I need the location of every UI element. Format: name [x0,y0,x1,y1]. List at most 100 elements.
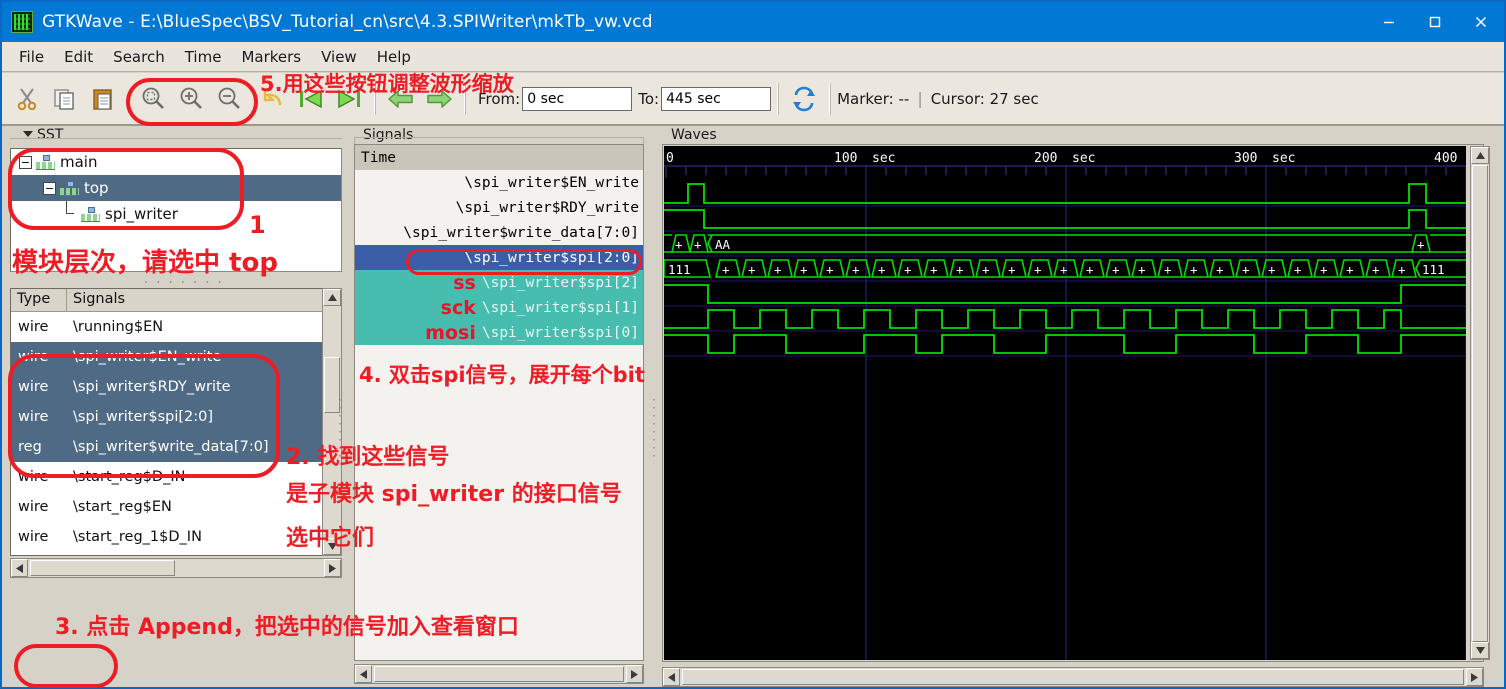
wave-signal-name: \spi_writer$spi[0] [481,324,639,341]
menu-search[interactable]: Search [104,45,174,69]
svg-text:+: + [1216,262,1224,277]
wave-name-row[interactable]: \spi_writer$write_data[7:0] [355,220,643,245]
time-unit: sec [1272,151,1295,166]
bus-value: 111 [668,262,691,277]
wave-name-row[interactable]: \spi_writer$EN_write [355,170,643,195]
scroll-left-arrow[interactable] [663,668,680,686]
svg-text:+: + [1138,262,1146,277]
svg-text:+: + [1034,262,1042,277]
signal-row[interactable]: wire \running$EN [11,312,323,342]
svg-text:+: + [800,262,808,277]
wave-name-row[interactable]: mosi \spi_writer$spi[0] [355,320,643,345]
scroll-thumb[interactable] [682,669,1464,685]
scroll-thumb[interactable] [30,560,175,576]
svg-text:+: + [748,262,756,277]
bus-value: + [1417,237,1425,252]
signal-type: wire [18,499,49,515]
signal-name: \start_reg_1$D_IN [73,529,202,545]
wave-signal-name: \spi_writer$spi[2] [481,274,639,291]
status-divider: | [917,89,923,108]
svg-text:+: + [1008,262,1016,277]
wave-drawing[interactable]: 0 100 sec 200 sec 300 sec 400 sec [663,146,1495,660]
menu-help[interactable]: Help [368,45,420,69]
bus-value: + [675,237,683,252]
svg-text:+: + [722,262,730,277]
svg-text:+: + [1060,262,1068,277]
svg-text:+: + [774,262,782,277]
scroll-thumb[interactable] [374,666,624,682]
scroll-left-arrow[interactable] [11,559,28,577]
scroll-up-arrow[interactable] [1471,147,1489,164]
from-input[interactable] [522,86,633,111]
signal-list-hscrollbar[interactable] [10,558,342,578]
annotation-1-number: 1 [249,211,266,239]
cursor-status: Cursor: 27 sec [930,89,1039,108]
scroll-up-arrow[interactable] [323,289,341,306]
annotation-2b: 是子模块 spi_writer 的接口信号 [286,482,622,507]
to-input[interactable] [661,86,772,111]
close-icon[interactable] [1458,2,1504,42]
toolbar-separator-4 [829,82,832,115]
time-tick-400: 400 [1434,151,1457,166]
col-header-signals[interactable]: Signals [67,289,323,311]
signal-type: wire [18,529,49,545]
cut-icon[interactable] [8,80,46,118]
wave-signal-name: \spi_writer$write_data[7:0] [403,224,639,241]
copy-icon[interactable] [46,80,84,118]
minimize-icon[interactable] [1366,2,1412,42]
menu-markers[interactable]: Markers [232,45,310,69]
wave-name-row[interactable]: sck \spi_writer$spi[1] [355,295,643,320]
signals-hscrollbar[interactable] [354,664,644,684]
sst-panel-label: SST [20,127,67,143]
annotation-2c: 选中它们 [286,526,375,551]
svg-text:+: + [930,262,938,277]
chevron-down-icon[interactable] [23,131,33,137]
scroll-right-arrow[interactable] [1466,668,1483,686]
signal-alias-sck: sck [440,296,476,319]
annotation-box-spi-signal [406,249,642,275]
annotation-box-selected-signals [8,354,280,478]
svg-text:+: + [1164,262,1172,277]
annotation-box-zoom-buttons [126,78,258,126]
annotation-2: 2. 找到这些信号 [286,445,450,470]
pane-splitter-left[interactable]: · · · · · · · · [652,394,656,462]
time-unit: sec [1072,151,1095,166]
annotation-box-module-tree [8,148,244,230]
signal-row[interactable]: wire \start_reg_1$D_IN [11,522,323,552]
col-header-type[interactable]: Type [11,289,67,311]
time-tick-0: 0 [666,151,674,166]
scroll-right-arrow[interactable] [626,665,643,683]
waves-hscrollbar[interactable] [662,667,1484,687]
menu-edit[interactable]: Edit [55,45,102,69]
scroll-down-arrow[interactable] [1471,642,1489,659]
toolbar-separator-3 [777,82,780,115]
annotation-4: 4. 双击spi信号，展开每个bit [359,363,645,387]
waves-vscrollbar[interactable] [1470,146,1490,660]
wave-signal-name: \spi_writer$spi[1] [481,299,639,316]
bus-value: 111 [1422,262,1445,277]
signal-name: \start_reg$EN [73,499,172,515]
reload-icon[interactable] [785,80,823,118]
wave-canvas[interactable]: 0 100 sec 200 sec 300 sec 400 sec [663,146,1495,660]
scroll-left-arrow[interactable] [355,665,372,683]
menu-file[interactable]: File [10,45,53,69]
menu-time[interactable]: Time [176,45,231,69]
svg-text:+: + [1372,262,1380,277]
svg-text:+: + [1398,262,1406,277]
scroll-right-arrow[interactable] [324,559,341,577]
svg-text:+: + [1112,262,1120,277]
menu-view[interactable]: View [312,45,366,69]
signal-name-list[interactable]: Time \spi_writer$EN_write \spi_writer$RD… [354,144,644,661]
gtkwave-icon [11,11,33,33]
paste-icon[interactable] [84,80,122,118]
time-tick-200: 200 [1034,151,1057,166]
wave-name-row[interactable]: \spi_writer$RDY_write [355,195,643,220]
time-column-header[interactable]: Time [355,145,643,170]
maximize-icon[interactable] [1412,2,1458,42]
bus-value: AA [715,237,731,252]
signal-row[interactable]: wire \start_reg$EN [11,492,323,522]
scroll-thumb[interactable] [1472,165,1488,642]
waves-panel: Waves 0 100 sec 200 sec 300 sec 400 + + … [658,126,1502,687]
svg-text:+: + [1086,262,1094,277]
svg-text:+: + [1294,262,1302,277]
